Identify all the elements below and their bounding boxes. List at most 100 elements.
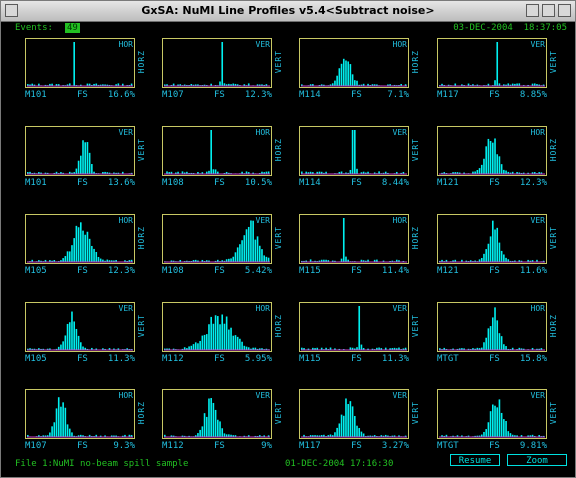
monitor-name: M108: [162, 178, 184, 188]
profile-caption: MTGT FS 15.8%: [437, 354, 547, 365]
fs-percent: 13.6%: [107, 178, 135, 188]
plane-axis-label: VERT: [549, 226, 558, 250]
fs-percent: 11.3%: [107, 354, 135, 364]
profile-panel[interactable]: VER VERT M112 FS 9%: [162, 389, 283, 451]
plane-tag: VER: [255, 40, 270, 49]
profile-panel[interactable]: VER VERT M114 FS 8.44%: [299, 126, 420, 188]
fs-label: FS: [351, 90, 362, 100]
plane-axis-label: VERT: [411, 401, 420, 425]
plane-axis-label: HORZ: [137, 50, 146, 74]
profile-panel[interactable]: VER VERT M101 FS 13.6%: [25, 126, 146, 188]
profile-panel[interactable]: VER VERT M108 FS 5.42%: [162, 214, 283, 276]
plane-tag: HOR: [118, 391, 133, 400]
title-bar[interactable]: GxSA: NuMI Line Profiles v5.4<Subtract n…: [1, 1, 575, 22]
profile-panel[interactable]: HOR HORZ M107 FS 9.3%: [25, 389, 146, 451]
plane-axis-label: VERT: [549, 401, 558, 425]
monitor-name: M117: [299, 441, 321, 451]
profile-panel[interactable]: HOR HORZ M105 FS 12.3%: [25, 214, 146, 276]
monitor-name: M105: [25, 354, 47, 364]
profile-caption: M114 FS 8.44%: [299, 178, 409, 189]
profile-panel[interactable]: VER VERT M107 FS 12.3%: [162, 38, 283, 100]
plane-tag: VER: [530, 391, 545, 400]
profile-panel[interactable]: VER VERT M117 FS 8.85%: [437, 38, 558, 100]
maximize-button[interactable]: [542, 4, 555, 17]
fs-label: FS: [214, 178, 225, 188]
profile-panel[interactable]: HOR HORZ MTGT FS 15.8%: [437, 302, 558, 364]
monitor-name: MTGT: [437, 354, 459, 364]
fs-percent: 12.3%: [244, 90, 272, 100]
monitor-name: M115: [299, 266, 321, 276]
plane-tag: VER: [118, 304, 133, 313]
plane-tag: VER: [255, 391, 270, 400]
profile-caption: M121 FS 12.3%: [437, 178, 547, 189]
profile-caption: M105 FS 11.3%: [25, 354, 135, 365]
minimize-button[interactable]: [526, 4, 539, 17]
fs-percent: 3.27%: [381, 441, 409, 451]
events-count: 49: [65, 23, 80, 33]
fs-label: FS: [214, 354, 225, 364]
zoom-button[interactable]: Zoom: [507, 454, 567, 466]
profile-caption: M121 FS 11.6%: [437, 266, 547, 277]
monitor-name: M108: [162, 266, 184, 276]
fs-percent: 5.42%: [244, 266, 272, 276]
profile-caption: M117 FS 8.85%: [437, 90, 547, 101]
plane-axis-label: HORZ: [411, 226, 420, 250]
monitor-name: M121: [437, 266, 459, 276]
fs-percent: 12.3%: [519, 178, 547, 188]
fs-percent: 5.95%: [244, 354, 272, 364]
profile-panel[interactable]: VER VERT MTGT FS 9.81%: [437, 389, 558, 451]
profile-caption: M115 FS 11.3%: [299, 354, 409, 365]
fs-percent: 11.4%: [381, 266, 409, 276]
profile-panel[interactable]: VER VERT M121 FS 11.6%: [437, 214, 558, 276]
plane-axis-label: VERT: [411, 138, 420, 162]
profile-caption: M101 FS 13.6%: [25, 178, 135, 189]
plane-tag: HOR: [255, 128, 270, 137]
profile-caption: M108 FS 5.42%: [162, 266, 272, 277]
fs-label: FS: [77, 90, 88, 100]
fs-percent: 9.3%: [113, 441, 135, 451]
file-description: File 1:NuMI no-beam spill sample: [15, 459, 189, 469]
profile-caption: MTGT FS 9.81%: [437, 441, 547, 452]
fs-label: FS: [351, 266, 362, 276]
profile-panel[interactable]: HOR HORZ M112 FS 5.95%: [162, 302, 283, 364]
profile-panel[interactable]: VER VERT M105 FS 11.3%: [25, 302, 146, 364]
file-datetime: 01-DEC-2004 17:16:30: [285, 459, 394, 469]
events-label: Events:: [15, 23, 53, 33]
profile-panel[interactable]: HOR HORZ M101 FS 16.6%: [25, 38, 146, 100]
plane-tag: HOR: [118, 40, 133, 49]
monitor-name: M101: [25, 178, 47, 188]
plane-axis-label: VERT: [549, 50, 558, 74]
close-button[interactable]: [558, 4, 571, 17]
profile-caption: M107 FS 12.3%: [162, 90, 272, 101]
resume-button[interactable]: Resume: [450, 454, 500, 466]
profile-caption: M108 FS 10.5%: [162, 178, 272, 189]
plane-axis-label: HORZ: [549, 314, 558, 338]
window-title: GxSA: NuMI Line Profiles v5.4<Subtract n…: [141, 4, 435, 17]
fs-label: FS: [214, 90, 225, 100]
profile-panel[interactable]: HOR HORZ M114 FS 7.1%: [299, 38, 420, 100]
monitor-name: M121: [437, 178, 459, 188]
plane-tag: HOR: [392, 40, 407, 49]
plane-tag: VER: [118, 128, 133, 137]
profile-panel[interactable]: VER VERT M115 FS 11.3%: [299, 302, 420, 364]
plane-axis-label: HORZ: [137, 401, 146, 425]
plane-tag: HOR: [530, 304, 545, 313]
profile-panel[interactable]: VER VERT M117 FS 3.27%: [299, 389, 420, 451]
profile-panel[interactable]: HOR HORZ M121 FS 12.3%: [437, 126, 558, 188]
profile-caption: M105 FS 12.3%: [25, 266, 135, 277]
fs-label: FS: [489, 90, 500, 100]
fs-percent: 15.8%: [519, 354, 547, 364]
fs-percent: 10.5%: [244, 178, 272, 188]
fs-label: FS: [77, 178, 88, 188]
profile-panel[interactable]: HOR HORZ M108 FS 10.5%: [162, 126, 283, 188]
profile-panel[interactable]: HOR HORZ M115 FS 11.4%: [299, 214, 420, 276]
plane-tag: VER: [392, 128, 407, 137]
plane-axis-label: VERT: [274, 50, 283, 74]
plane-tag: HOR: [118, 216, 133, 225]
fs-percent: 11.6%: [519, 266, 547, 276]
monitor-name: M112: [162, 354, 184, 364]
profile-caption: M112 FS 5.95%: [162, 354, 272, 365]
plane-axis-label: HORZ: [549, 138, 558, 162]
fs-label: FS: [489, 441, 500, 451]
plane-tag: HOR: [530, 128, 545, 137]
